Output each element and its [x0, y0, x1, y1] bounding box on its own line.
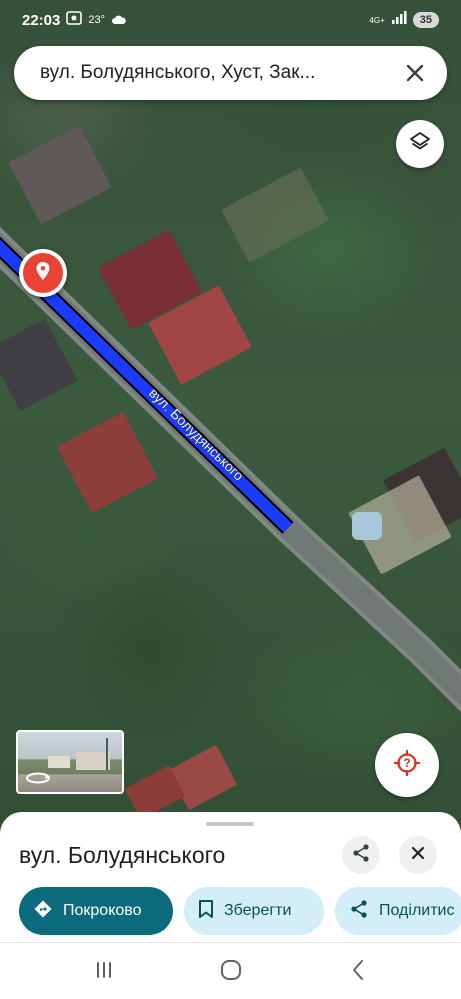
- map-marker-icon: [35, 261, 51, 286]
- home-icon: [220, 959, 242, 986]
- battery-indicator: 35: [412, 12, 439, 28]
- action-chips: Покроково Зберегти Поділитис: [19, 887, 461, 935]
- my-location-button[interactable]: ?: [375, 733, 439, 797]
- directions-button[interactable]: Покроково: [19, 887, 173, 935]
- close-icon: [409, 844, 427, 867]
- close-sheet-button[interactable]: [399, 836, 437, 874]
- street-view-thumbnail[interactable]: [16, 730, 124, 794]
- recent-apps-button[interactable]: [84, 952, 124, 992]
- layers-button[interactable]: [396, 120, 444, 168]
- share-icon: [351, 843, 371, 868]
- layers-icon: [408, 130, 432, 159]
- save-label: Зберегти: [224, 902, 292, 919]
- home-button[interactable]: [211, 952, 251, 992]
- close-icon[interactable]: [403, 61, 427, 85]
- search-query[interactable]: вул. Болудянського, Хуст, Зак...: [40, 62, 383, 84]
- recents-icon: [94, 960, 114, 985]
- drag-handle[interactable]: [206, 822, 254, 826]
- screenshot-icon: [66, 11, 83, 29]
- back-icon: [350, 959, 366, 986]
- cloud-icon: [111, 12, 127, 29]
- network-type: 4G+: [369, 15, 385, 25]
- share-label: Поділитис: [379, 902, 455, 919]
- divider: [0, 942, 461, 943]
- status-bar: 22:03 23° 4G+ 35: [0, 0, 461, 40]
- temperature: 23°: [88, 14, 106, 26]
- search-bar[interactable]: вул. Болудянського, Хуст, Зак...: [14, 46, 447, 100]
- directions-label: Покроково: [63, 902, 142, 919]
- rotate-360-icon: [24, 770, 52, 786]
- back-button[interactable]: [338, 952, 378, 992]
- location-question-icon: ?: [393, 749, 421, 782]
- svg-text:?: ?: [403, 756, 410, 770]
- location-pin[interactable]: [19, 249, 67, 297]
- share-chip-button[interactable]: Поділитис: [335, 887, 461, 935]
- bookmark-icon: [198, 899, 214, 924]
- share-icon: [349, 899, 369, 924]
- system-navigation-bar: [0, 945, 461, 999]
- clock: 22:03: [22, 11, 61, 29]
- place-title: вул. Болудянського: [19, 842, 226, 868]
- directions-icon: [33, 899, 53, 924]
- share-button[interactable]: [342, 836, 380, 874]
- signal-icon: [391, 11, 407, 29]
- save-button[interactable]: Зберегти: [184, 887, 324, 935]
- street-name-label: вул. Болудянського: [146, 385, 247, 484]
